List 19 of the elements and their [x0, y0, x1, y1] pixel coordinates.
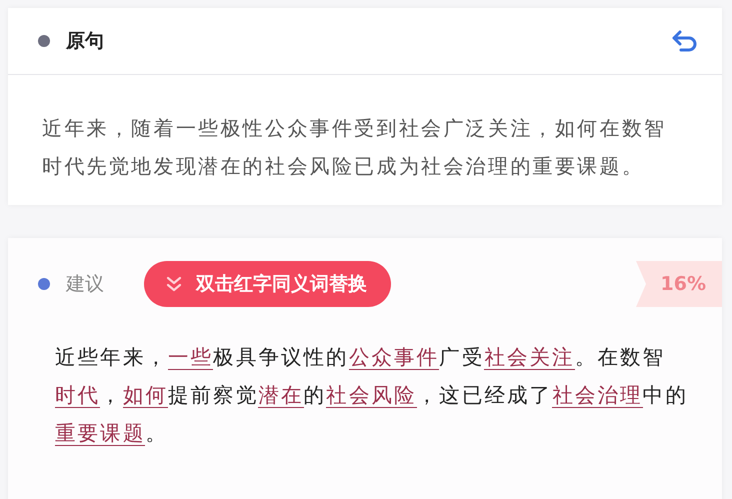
synonym-word[interactable]: 时代 — [55, 383, 100, 408]
synonym-word[interactable]: 潜在 — [258, 383, 304, 408]
synonym-word[interactable]: 社会关注 — [484, 345, 575, 370]
double-chevron-icon — [166, 276, 182, 292]
synonym-word[interactable]: 一些 — [168, 345, 214, 370]
bullet-dot — [38, 278, 50, 290]
synonym-word[interactable]: 社会治理 — [552, 383, 643, 408]
original-sentence: 近年来，随着一些极性公众事件受到社会广泛关注，如何在数智时代先觉地发现潜在的社会风险已成为社会治理的重要课题。 — [41, 115, 668, 180]
section-title: 原句 — [66, 28, 104, 54]
synonym-replace-button[interactable]: 双击红字同义词替换 — [144, 261, 391, 307]
suggested-sentence: 近些年来，一些极具争议性的 公众事件广受社会关注。在数智 时代，如何提前察觉潜在的社会风险，这已经成了 社会治理中的 重要课题。 — [54, 344, 689, 448]
synonym-word[interactable]: 如何 — [122, 383, 168, 408]
bullet-dot — [38, 35, 50, 47]
section-title: 建议 — [66, 272, 104, 297]
synonym-word[interactable]: 社会风险 — [326, 383, 417, 408]
synonym-word[interactable]: 公众事件 — [348, 345, 440, 370]
similarity-score: 16% — [636, 261, 722, 307]
synonym-word[interactable]: 重要课题 — [55, 421, 146, 446]
undo-icon[interactable] — [672, 30, 698, 52]
